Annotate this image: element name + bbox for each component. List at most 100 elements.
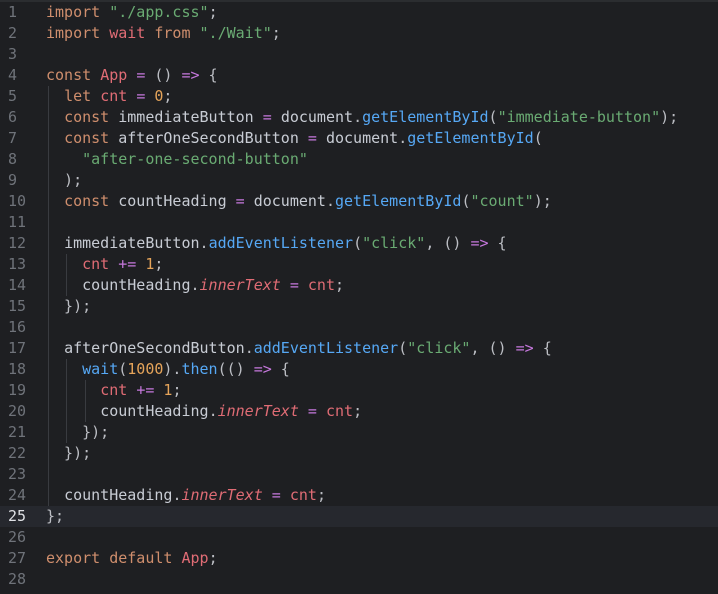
code-token: => bbox=[470, 234, 489, 252]
code-token: document bbox=[280, 108, 354, 126]
code-token: . bbox=[199, 234, 209, 252]
line-code[interactable]: let cnt = 0; bbox=[46, 86, 172, 107]
code-line[interactable]: 21 }); bbox=[0, 422, 718, 443]
code-token: cnt bbox=[325, 402, 354, 420]
line-code[interactable]: wait(1000).then(() => { bbox=[46, 359, 290, 380]
line-code[interactable]: import wait from "./Wait"; bbox=[46, 23, 281, 44]
code-token: cnt bbox=[100, 87, 128, 105]
line-code[interactable]: countHeading.innerText = cnt; bbox=[46, 485, 326, 506]
code-line[interactable]: 15 }); bbox=[0, 296, 718, 317]
code-line[interactable]: 12 immediateButton.addEventListener("cli… bbox=[0, 233, 718, 254]
code-line[interactable]: 28 bbox=[0, 569, 718, 590]
code-line[interactable]: 2 import wait from "./Wait"; bbox=[0, 23, 718, 44]
code-line[interactable]: 13 cnt += 1; bbox=[0, 254, 718, 275]
code-token: ; bbox=[208, 549, 218, 567]
code-token: ( bbox=[118, 360, 128, 378]
line-code[interactable]: "after-one-second-button" bbox=[46, 149, 308, 170]
line-code[interactable]: immediateButton.addEventListener("click"… bbox=[46, 233, 507, 254]
code-token: = bbox=[307, 129, 317, 147]
line-number: 20 bbox=[8, 402, 27, 420]
code-line[interactable]: 18 wait(1000).then(() => { bbox=[0, 359, 718, 380]
code-token: ); bbox=[46, 171, 83, 189]
line-code[interactable]: }); bbox=[46, 296, 91, 317]
code-token: ; bbox=[163, 87, 173, 105]
line-number: 17 bbox=[8, 339, 27, 357]
line-number: 16 bbox=[8, 318, 27, 336]
code-token: innerText bbox=[181, 486, 263, 504]
code-token: "count" bbox=[470, 192, 534, 210]
code-token: immediateButton bbox=[64, 234, 200, 252]
code-token: immediateButton bbox=[118, 108, 254, 126]
code-token: ; bbox=[316, 486, 326, 504]
code-token: addEventListener bbox=[253, 339, 399, 357]
code-token: default bbox=[109, 549, 173, 567]
code-line[interactable]: 6 const immediateButton = document.getEl… bbox=[0, 107, 718, 128]
line-code[interactable]: const countHeading = document.getElement… bbox=[46, 191, 552, 212]
code-token: const bbox=[64, 108, 110, 126]
code-line[interactable]: 19 cnt += 1; bbox=[0, 380, 718, 401]
code-token: => bbox=[515, 339, 534, 357]
code-token: "immediate-button" bbox=[497, 108, 661, 126]
line-number: 26 bbox=[8, 528, 27, 546]
code-token: , () bbox=[470, 339, 516, 357]
indent-guide bbox=[84, 380, 86, 422]
code-token: innerText bbox=[217, 402, 299, 420]
line-code[interactable]: const afterOneSecondButton = document.ge… bbox=[46, 128, 543, 149]
code-token: ( bbox=[353, 234, 363, 252]
line-code[interactable]: }); bbox=[46, 443, 91, 464]
code-line[interactable]: 10 const countHeading = document.getElem… bbox=[0, 191, 718, 212]
line-code[interactable]: const App = () => { bbox=[46, 65, 218, 86]
line-code[interactable]: countHeading.innerText = cnt; bbox=[46, 275, 344, 296]
code-line[interactable]: 5 let cnt = 0; bbox=[0, 86, 718, 107]
code-token: document bbox=[253, 192, 326, 210]
code-token: "click" bbox=[407, 339, 471, 357]
line-code[interactable]: afterOneSecondButton.addEventListener("c… bbox=[46, 338, 552, 359]
code-line[interactable]: 22 }); bbox=[0, 443, 718, 464]
code-token: const bbox=[64, 192, 110, 210]
line-number: 23 bbox=[8, 465, 27, 483]
code-line[interactable]: 1 import "./app.css"; bbox=[0, 2, 718, 23]
code-line[interactable]: 17 afterOneSecondButton.addEventListener… bbox=[0, 338, 718, 359]
code-line[interactable]: 20 countHeading.innerText = cnt; bbox=[0, 401, 718, 422]
code-token: countHeading bbox=[64, 486, 173, 504]
code-line[interactable]: 16 bbox=[0, 317, 718, 338]
line-code[interactable]: ); bbox=[46, 170, 82, 191]
code-line[interactable]: 23 bbox=[0, 464, 718, 485]
code-line[interactable]: 27 export default App; bbox=[0, 548, 718, 569]
code-token: countHeading bbox=[100, 402, 209, 420]
code-line[interactable]: 9 ); bbox=[0, 170, 718, 191]
code-token: }); bbox=[46, 423, 110, 441]
code-token: += bbox=[118, 255, 137, 273]
line-code[interactable]: countHeading.innerText = cnt; bbox=[46, 401, 362, 422]
code-line[interactable]: 26 bbox=[0, 527, 718, 548]
code-line[interactable]: 14 countHeading.innerText = cnt; bbox=[0, 275, 718, 296]
code-line[interactable]: 24 countHeading.innerText = cnt; bbox=[0, 485, 718, 506]
code-line[interactable]: 25}; bbox=[0, 506, 718, 527]
code-token: 1000 bbox=[127, 360, 164, 378]
line-code[interactable]: cnt += 1; bbox=[46, 254, 163, 275]
code-line[interactable]: 8 "after-one-second-button" bbox=[0, 149, 718, 170]
line-code[interactable]: export default App; bbox=[46, 548, 218, 569]
line-code[interactable]: import "./app.css"; bbox=[46, 2, 218, 23]
code-line[interactable]: 7 const afterOneSecondButton = document.… bbox=[0, 128, 718, 149]
code-token: ( bbox=[488, 108, 498, 126]
code-token: countHeading bbox=[82, 276, 191, 294]
code-editor[interactable]: 1 import "./app.css"; 2 import wait from ".… bbox=[0, 0, 718, 594]
line-code[interactable]: }); bbox=[46, 422, 109, 443]
line-number: 2 bbox=[8, 24, 18, 42]
line-code[interactable]: const immediateButton = document.getElem… bbox=[46, 107, 678, 128]
code-line[interactable]: 4 const App = () => { bbox=[0, 65, 718, 86]
code-token: "after-one-second-button" bbox=[82, 150, 308, 168]
code-token: addEventListener bbox=[208, 234, 354, 252]
code-token: ; bbox=[154, 255, 164, 273]
code-line[interactable]: 3 bbox=[0, 44, 718, 65]
line-code[interactable]: }; bbox=[46, 506, 64, 527]
code-line[interactable]: 11 bbox=[0, 212, 718, 233]
